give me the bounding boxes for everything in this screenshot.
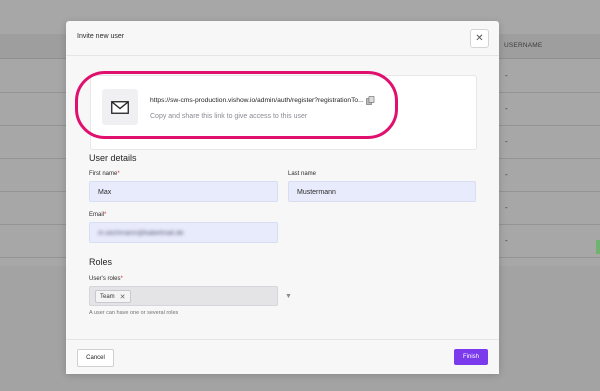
- invite-link-help: Copy and share this link to give access …: [150, 113, 308, 120]
- invite-link-url[interactable]: https://sw-cms-production.vishow.io/admi…: [150, 97, 364, 104]
- cell-username: -: [505, 170, 508, 179]
- status-indicator: [596, 240, 600, 254]
- modal-header: Invite new user ✕: [66, 21, 499, 56]
- cell-username: -: [505, 104, 508, 113]
- modal-title: Invite new user: [77, 33, 125, 40]
- section-title-roles: Roles: [89, 257, 113, 267]
- role-chip: Team ✕: [95, 290, 131, 303]
- chevron-down-icon[interactable]: ▼: [285, 293, 292, 300]
- last-name-label: Last name: [288, 171, 317, 177]
- email-value: m.wichmann@kabelmail.de: [98, 230, 184, 237]
- envelope-icon-box: [102, 89, 138, 125]
- cell-username: -: [505, 236, 508, 245]
- cell-username: -: [505, 203, 508, 212]
- section-title-user-details: User details: [89, 153, 137, 163]
- role-chip-label: Team: [100, 293, 115, 300]
- cell-username: -: [505, 71, 508, 80]
- roles-label: User's roles*: [89, 276, 123, 282]
- modal-footer: Cancel Finish: [66, 339, 499, 374]
- last-name-input[interactable]: Mustermann: [288, 181, 476, 202]
- roles-select[interactable]: Team ✕ ▼: [89, 286, 292, 306]
- email-label: Email*: [89, 212, 107, 218]
- remove-role-icon[interactable]: ✕: [120, 293, 126, 301]
- copy-icon[interactable]: [366, 96, 375, 105]
- roles-hint: A user can have one or several roles: [89, 310, 179, 316]
- cancel-button[interactable]: Cancel: [77, 349, 114, 367]
- column-header-username: USERNAME: [504, 42, 543, 49]
- email-input[interactable]: m.wichmann@kabelmail.de: [89, 222, 278, 243]
- invite-user-modal: Invite new user ✕ https://sw-cms-product…: [66, 21, 499, 374]
- cell-username: -: [505, 137, 508, 146]
- finish-button[interactable]: Finish: [454, 349, 488, 365]
- invite-link-card: https://sw-cms-production.vishow.io/admi…: [90, 75, 477, 150]
- envelope-icon: [111, 100, 129, 114]
- close-icon: ✕: [475, 32, 484, 44]
- close-button[interactable]: ✕: [470, 29, 489, 48]
- first-name-label: First name*: [89, 171, 120, 177]
- first-name-input[interactable]: Max: [89, 181, 278, 202]
